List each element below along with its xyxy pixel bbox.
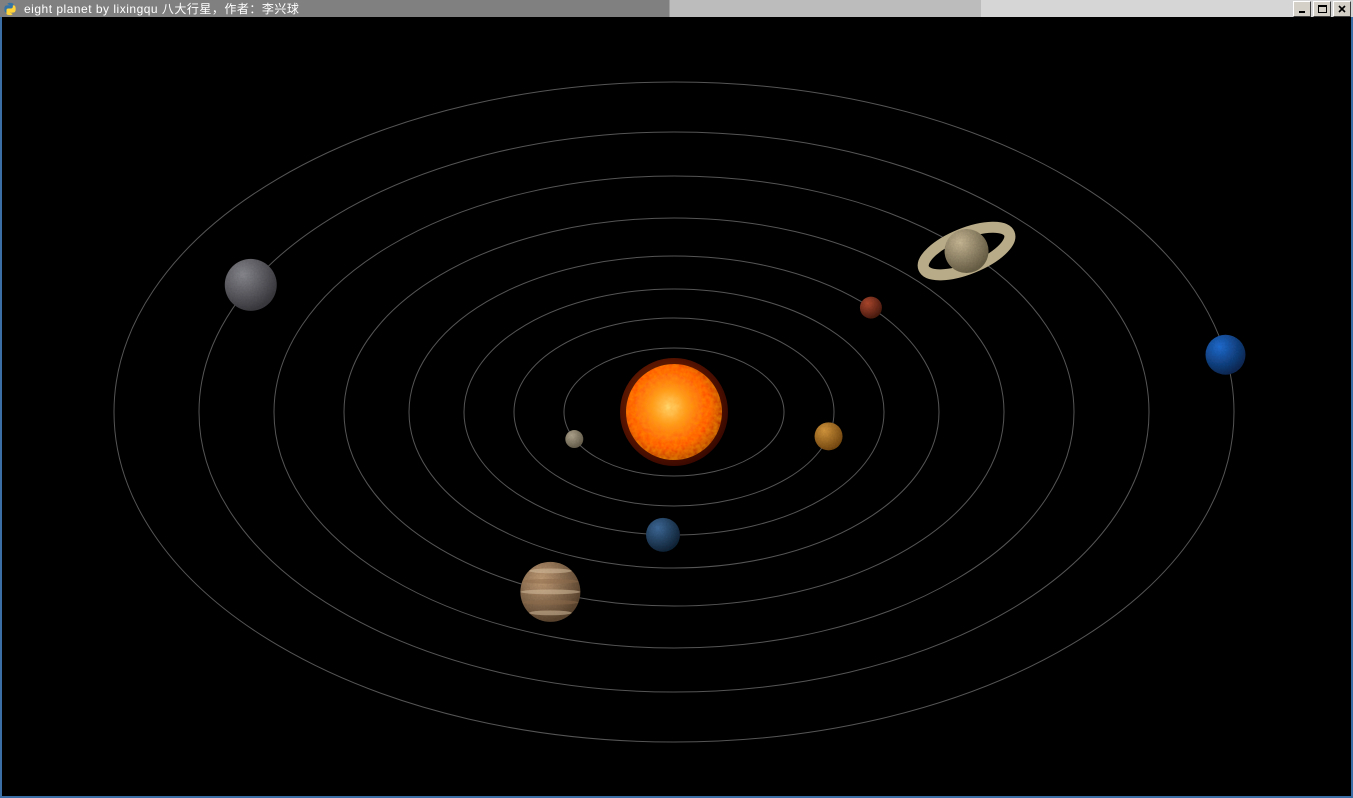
client-area <box>2 17 1351 796</box>
sun <box>620 358 728 466</box>
title-bar[interactable]: eight planet by lixingqu 八大行星，作者：李兴球 <box>0 0 1353 17</box>
planet-jupiter <box>520 562 580 622</box>
planet-venus <box>815 422 843 450</box>
simulation-canvas[interactable] <box>2 17 1351 796</box>
planet-uranus <box>225 259 277 311</box>
maximize-button[interactable] <box>1313 1 1331 17</box>
planet-neptune <box>1205 335 1245 375</box>
sun-body <box>626 364 722 460</box>
planet-mercury <box>565 430 583 448</box>
planet-earth <box>646 518 680 552</box>
planet-mars <box>860 297 882 319</box>
python-icon <box>2 1 18 17</box>
window-buttons <box>1291 1 1353 17</box>
window-title: eight planet by lixingqu 八大行星，作者：李兴球 <box>20 0 303 17</box>
planet-saturn <box>917 217 1016 284</box>
solar-system-scene <box>2 17 1351 796</box>
planets-layer <box>225 217 1246 621</box>
close-button[interactable] <box>1333 1 1351 17</box>
minimize-button[interactable] <box>1293 1 1311 17</box>
